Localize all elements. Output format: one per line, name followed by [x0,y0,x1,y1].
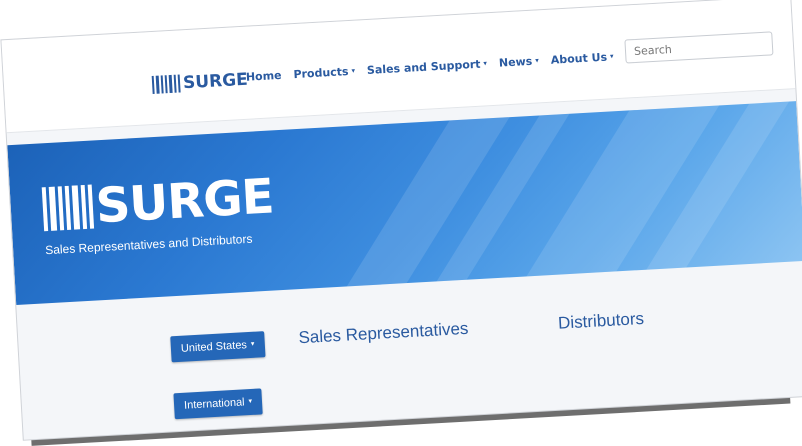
international-dropdown-button[interactable]: International ▾ [173,388,263,420]
barcode-icon [151,74,181,95]
hero-banner: SURGE Sales Representatives and Distribu… [7,101,802,305]
button-label: United States [180,339,248,355]
search-input[interactable] [624,31,774,64]
nav-item-news[interactable]: News ▾ [498,54,540,70]
caret-down-icon: ▾ [609,51,614,60]
nav-item-about-us[interactable]: About Us ▾ [550,50,614,67]
hero-subtitle: Sales Representatives and Distributors [44,231,253,258]
web-page: SURGE Home Products ▾ Sales and Support … [1,0,802,440]
caret-down-icon: ▾ [351,66,356,75]
hero-logo: SURGE [41,168,275,235]
nav-item-sales-and-support[interactable]: Sales and Support ▾ [367,57,488,77]
nav-item-label: Home [245,68,282,84]
caret-down-icon: ▾ [535,55,539,65]
nav-item-label: Products [293,65,349,82]
caret-down-icon: ▾ [250,340,255,348]
nav-item-label: Sales and Support [366,57,481,77]
nav-item-label: News [498,54,533,70]
united-states-dropdown-button[interactable]: United States ▾ [170,331,266,363]
main-nav: Home Products ▾ Sales and Support ▾ News… [246,50,614,84]
barcode-icon [41,184,95,232]
button-label: International [183,396,245,412]
sales-representatives-heading: Sales Representatives [297,318,469,348]
nav-item-label: About Us [550,50,608,67]
brand-logo[interactable]: SURGE [151,69,249,96]
nav-item-home[interactable]: Home [246,69,282,84]
distributors-heading: Distributors [557,308,645,333]
caret-down-icon: ▾ [483,58,488,67]
brand-logo-text: SURGE [182,69,249,94]
hero-logo-text: SURGE [94,168,275,235]
nav-item-products[interactable]: Products ▾ [293,65,355,81]
caret-down-icon: ▾ [248,397,253,406]
